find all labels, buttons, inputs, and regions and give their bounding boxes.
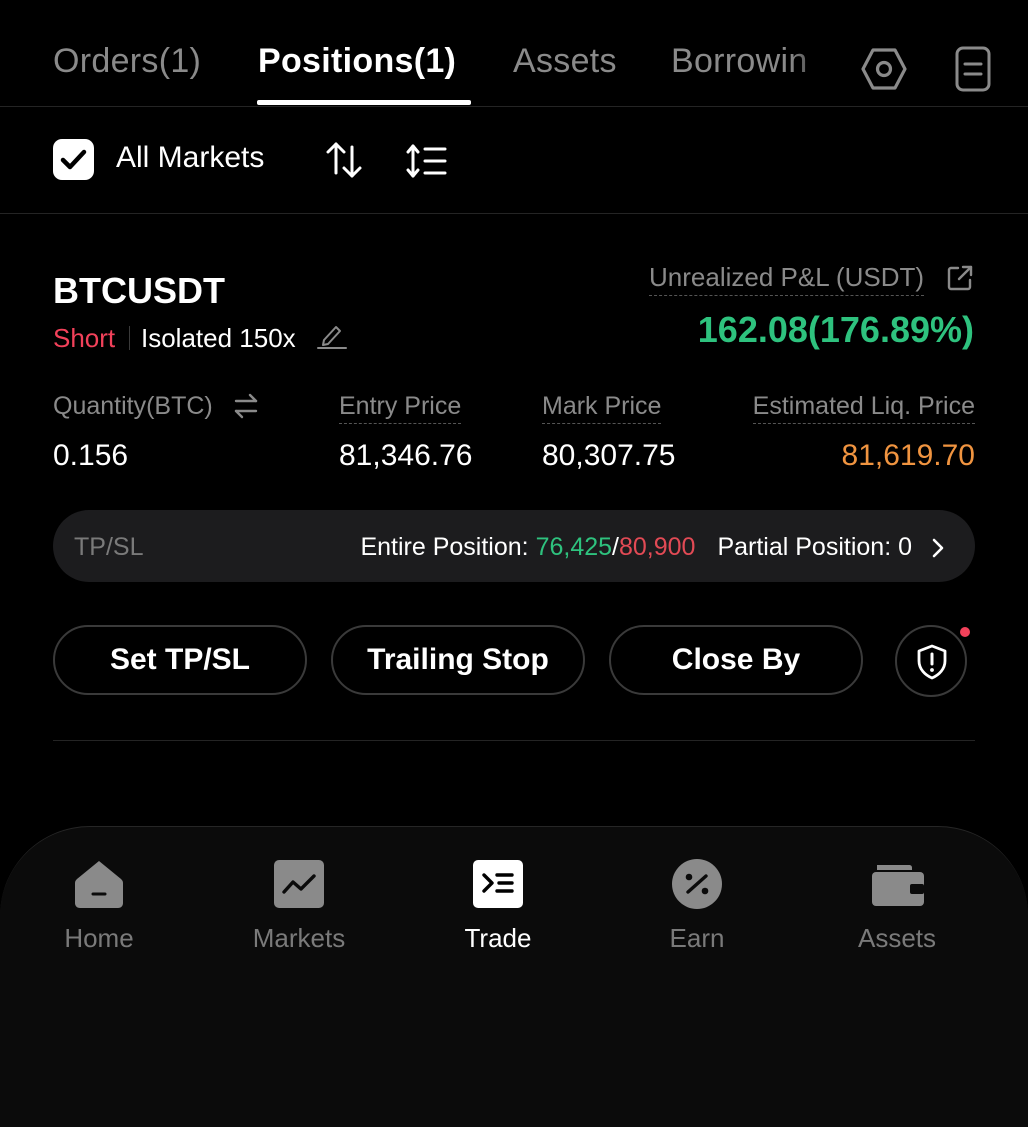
- set-tpsl-button[interactable]: Set TP/SL: [53, 625, 307, 695]
- tpsl-summary: Entire Position: 76,425/80,900 Partial Po…: [360, 533, 912, 562]
- sort-arrows-icon[interactable]: [325, 140, 363, 180]
- active-tab-indicator: [257, 100, 471, 105]
- take-profit-value: 76,425: [535, 533, 613, 561]
- chevron-right-icon[interactable]: [929, 536, 947, 560]
- share-external-icon[interactable]: [945, 263, 975, 293]
- nav-home[interactable]: Home: [19, 857, 179, 954]
- quantity-label: Quantity(BTC): [53, 392, 213, 420]
- liq-price-label[interactable]: Estimated Liq. Price: [752, 392, 975, 424]
- all-markets-label[interactable]: All Markets: [116, 141, 264, 175]
- position-side: Short: [53, 323, 116, 353]
- nav-assets-label: Assets: [857, 923, 937, 953]
- list-filter-icon[interactable]: [406, 142, 448, 180]
- edit-pencil-icon[interactable]: [316, 322, 348, 350]
- hexagon-settings-icon[interactable]: [860, 46, 908, 92]
- tpsl-slash: /: [612, 533, 619, 561]
- unrealized-pnl-label[interactable]: Unrealized P&L (USDT): [649, 262, 925, 296]
- percent-icon: [672, 859, 722, 909]
- nav-assets[interactable]: Assets: [817, 857, 977, 954]
- mark-price-value: 80,307.75: [542, 439, 676, 472]
- tabs-fade: [790, 30, 840, 100]
- entry-price-value: 81,346.76: [339, 439, 473, 472]
- entire-position-label: Entire Position:: [360, 533, 536, 561]
- filter-row: All Markets: [0, 107, 1028, 214]
- shield-alert-icon: [917, 644, 947, 680]
- wallet-icon: [872, 865, 924, 906]
- nav-earn[interactable]: Earn: [617, 857, 777, 954]
- tpsl-label: TP/SL: [74, 533, 144, 561]
- position-symbol[interactable]: BTCUSDT: [53, 270, 225, 312]
- nav-home-label: Home: [64, 923, 134, 953]
- swap-unit-icon[interactable]: [232, 393, 260, 419]
- chart-icon: [274, 860, 324, 908]
- tab-orders[interactable]: Orders(1): [53, 42, 201, 81]
- liq-price-value: 81,619.70: [841, 439, 975, 472]
- margin-mode: Isolated 150x: [141, 323, 296, 353]
- side-separator: [129, 326, 130, 350]
- tab-positions[interactable]: Positions(1): [258, 42, 456, 81]
- partial-position-label: Partial Position: 0: [717, 533, 912, 561]
- position-tabs: Orders(1) Positions(1) Assets Borrowin: [0, 0, 1028, 107]
- entry-price-label[interactable]: Entry Price: [339, 392, 462, 424]
- stop-loss-value: 80,900: [618, 533, 696, 561]
- trailing-stop-button[interactable]: Trailing Stop: [331, 625, 585, 695]
- quantity-value: 0.156: [53, 439, 129, 472]
- checkmark-icon: [60, 149, 87, 170]
- nav-markets-label: Markets: [252, 923, 346, 953]
- nav-earn-label: Earn: [669, 923, 725, 953]
- bottom-navigation: Home Markets Trade Earn Assets: [0, 826, 1028, 1127]
- mark-price-label[interactable]: Mark Price: [542, 392, 662, 424]
- nav-trade[interactable]: Trade: [418, 857, 578, 954]
- unrealized-pnl-value: 162.08(176.89%): [697, 309, 974, 350]
- close-by-button[interactable]: Close By: [609, 625, 863, 695]
- document-list-icon[interactable]: [954, 45, 992, 93]
- card-divider: [53, 740, 975, 741]
- all-markets-checkbox[interactable]: [53, 139, 94, 180]
- trade-icon: [473, 860, 523, 908]
- notification-dot: [960, 627, 970, 637]
- tab-assets[interactable]: Assets: [513, 42, 617, 81]
- risk-shield-button[interactable]: [895, 625, 967, 697]
- nav-trade-label: Trade: [464, 923, 532, 953]
- home-icon: [75, 861, 123, 908]
- nav-markets[interactable]: Markets: [219, 857, 379, 954]
